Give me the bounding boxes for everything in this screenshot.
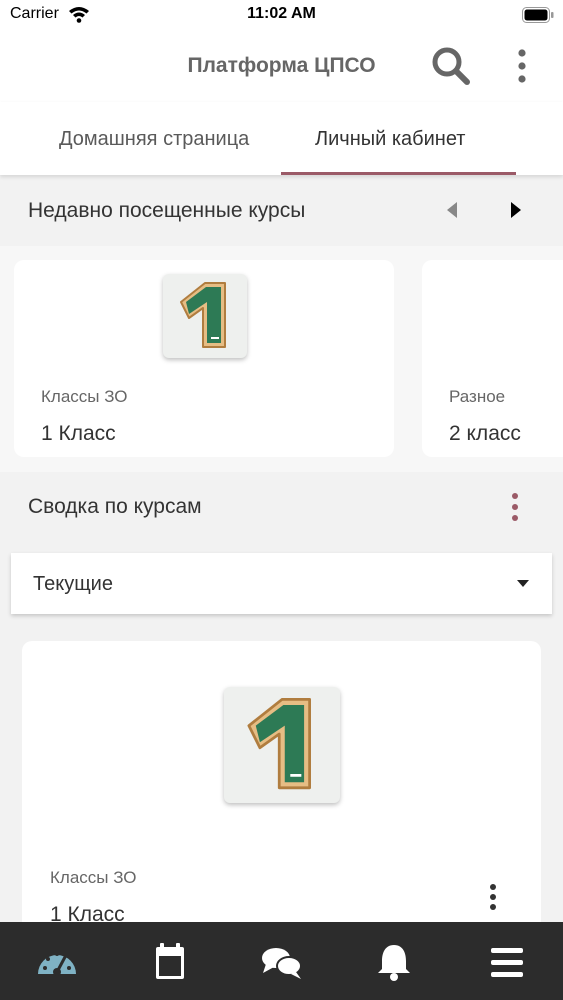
carousel-next-icon[interactable]: [509, 201, 523, 219]
status-bar: Carrier 11:02 AM: [0, 0, 563, 30]
clock: 11:02 AM: [247, 5, 316, 22]
app-header: Платформа ЦПСО: [0, 30, 563, 102]
recent-courses-carousel: Классы ЗО 1 Класс Разное 2 класс: [0, 246, 563, 472]
recent-course-card-1[interactable]: Классы ЗО 1 Класс: [14, 260, 394, 457]
course-name: 1 Класс: [41, 422, 116, 445]
course-summary-title: Сводка по курсам: [28, 495, 202, 518]
recent-courses-title: Недавно посещенные курсы: [28, 199, 306, 222]
course-name: 2 класс: [449, 422, 521, 445]
recent-course-card-2[interactable]: Разное 2 класс: [422, 260, 563, 457]
bell-icon[interactable]: [372, 942, 416, 982]
number-one-icon: [180, 282, 226, 348]
page-title: Платформа ЦПСО: [187, 54, 376, 77]
tab-dashboard[interactable]: Личный кабинет: [315, 128, 465, 151]
dashboard-icon[interactable]: [35, 942, 79, 982]
course-image: [163, 274, 247, 358]
course-options-icon[interactable]: [483, 883, 503, 913]
course-summary-card[interactable]: Классы ЗО 1 Класс: [22, 641, 541, 941]
course-category: Классы ЗО: [41, 387, 128, 406]
menu-icon[interactable]: [485, 942, 529, 982]
carousel-prev-icon[interactable]: [445, 201, 459, 219]
tab-home[interactable]: Домашняя страница: [59, 128, 249, 151]
chat-icon[interactable]: [260, 942, 304, 982]
calendar-icon[interactable]: [148, 942, 192, 982]
bottom-navigation: [0, 922, 563, 1000]
more-vert-icon[interactable]: [512, 48, 532, 84]
tab-bar: Домашняя страница Личный кабинет: [0, 102, 563, 175]
course-filter-select[interactable]: Текущие: [11, 553, 552, 614]
tab-active-indicator: [281, 172, 516, 175]
number-one-icon: [247, 698, 311, 790]
course-category: Разное: [449, 387, 506, 406]
search-icon[interactable]: [431, 46, 471, 86]
course-filter-value: Текущие: [33, 573, 113, 595]
battery-icon: [522, 7, 554, 23]
course-category: Классы ЗО: [50, 868, 137, 887]
more-vert-icon[interactable]: [505, 491, 525, 523]
chevron-down-icon: [517, 580, 529, 587]
course-image: [224, 687, 340, 803]
